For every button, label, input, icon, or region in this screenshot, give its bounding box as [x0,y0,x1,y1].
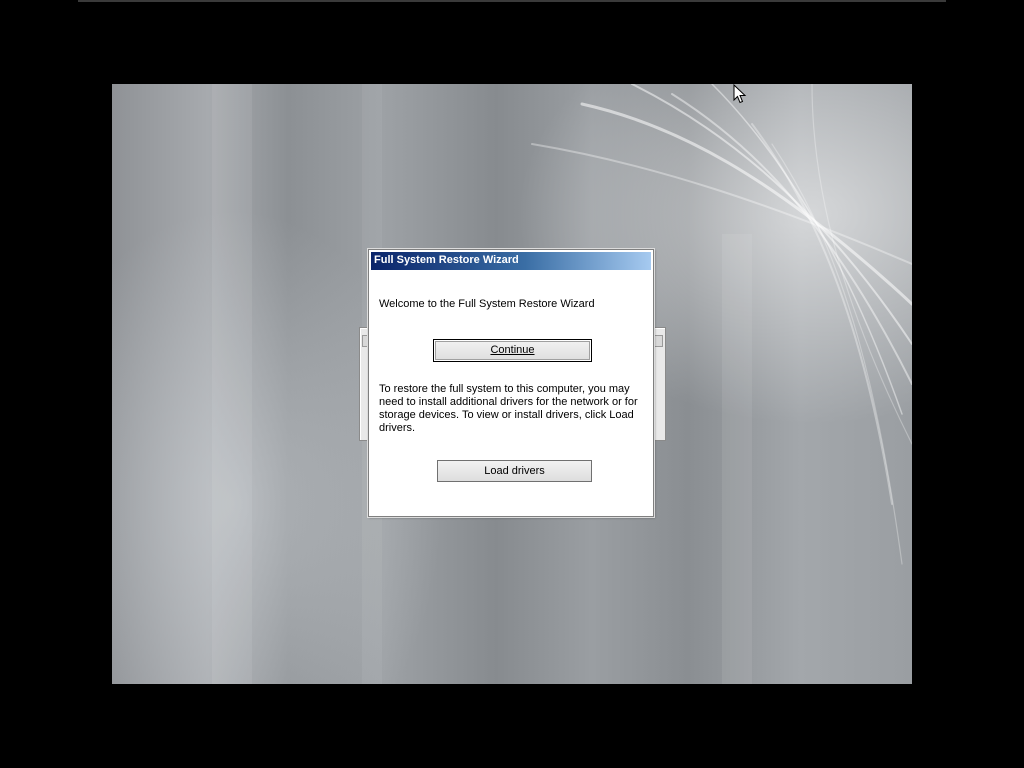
continue-button[interactable]: Continue [433,339,592,362]
load-drivers-button[interactable]: Load drivers [437,460,592,482]
restore-wizard-dialog: Full System Restore Wizard Welcome to th… [368,249,654,517]
mouse-pointer-icon [733,83,747,109]
dialog-titlebar[interactable]: Full System Restore Wizard [371,252,651,270]
drivers-info-text: To restore the full system to this compu… [379,383,638,434]
back-window-right-control [653,335,663,347]
dialog-title: Full System Restore Wizard [374,254,519,266]
welcome-text: Welcome to the Full System Restore Wizar… [379,298,595,310]
top-edge-bar [78,0,946,2]
continue-button-label: Continue [490,344,535,356]
